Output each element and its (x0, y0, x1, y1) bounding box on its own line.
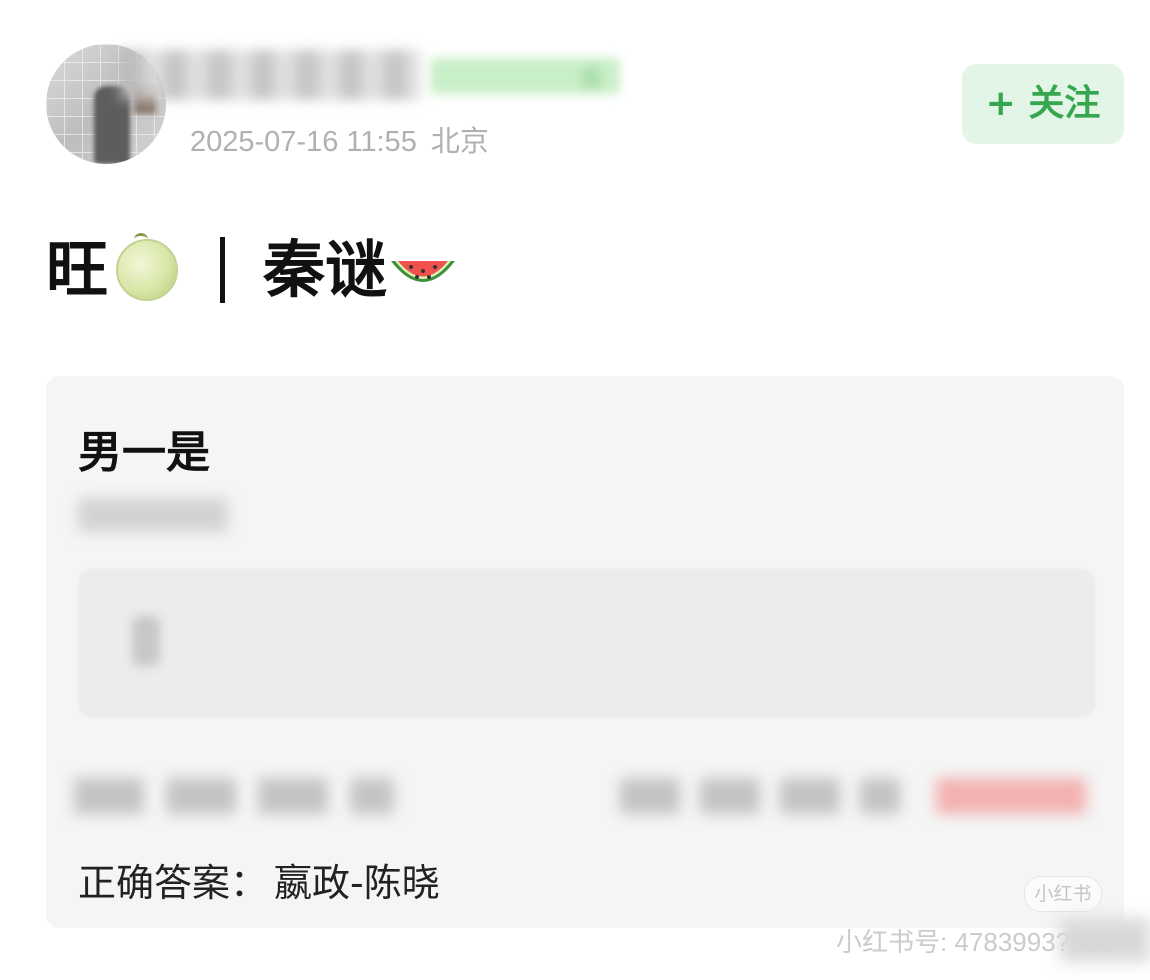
quiz-stats-left-blurred (74, 778, 394, 814)
post-date: 2025-07-16 11:55 (190, 126, 417, 158)
quiz-card: 男一是 正确答案： 嬴政-陈晓 (46, 376, 1124, 928)
watermelon-emoji-icon (391, 260, 456, 282)
melon-emoji-icon (116, 232, 179, 301)
title-left-text: 旺 (46, 232, 109, 306)
answer-label: 正确答案： (78, 861, 269, 905)
quiz-option-text-blurred (132, 616, 160, 666)
answer-value: 嬴政-陈晓 (274, 861, 440, 905)
username-blurred[interactable] (120, 50, 420, 100)
quiz-stats-right-blurred (620, 778, 900, 814)
app-logo-watermark: 小红书 (1024, 876, 1102, 912)
title-right-text: 秦谜 (263, 232, 388, 306)
title-separator (220, 236, 226, 303)
watermark-blur (1060, 918, 1150, 962)
quiz-question: 男一是 (78, 427, 210, 478)
post-location: 北京 (430, 126, 489, 158)
user-tag-blurred: 瓜 (430, 58, 620, 94)
user-tag-text: 瓜 (579, 67, 602, 92)
follow-button[interactable]: + 关注 (962, 64, 1124, 144)
quiz-link-blurred[interactable] (936, 778, 1086, 814)
post-title: 旺 秦谜 (46, 228, 457, 308)
quiz-subtitle-blurred (78, 498, 228, 532)
post-meta: 2025-07-16 11:55 北京 (190, 118, 489, 160)
quiz-answer: 正确答案： 嬴政-陈晓 (78, 852, 440, 907)
quiz-option[interactable] (78, 568, 1096, 718)
